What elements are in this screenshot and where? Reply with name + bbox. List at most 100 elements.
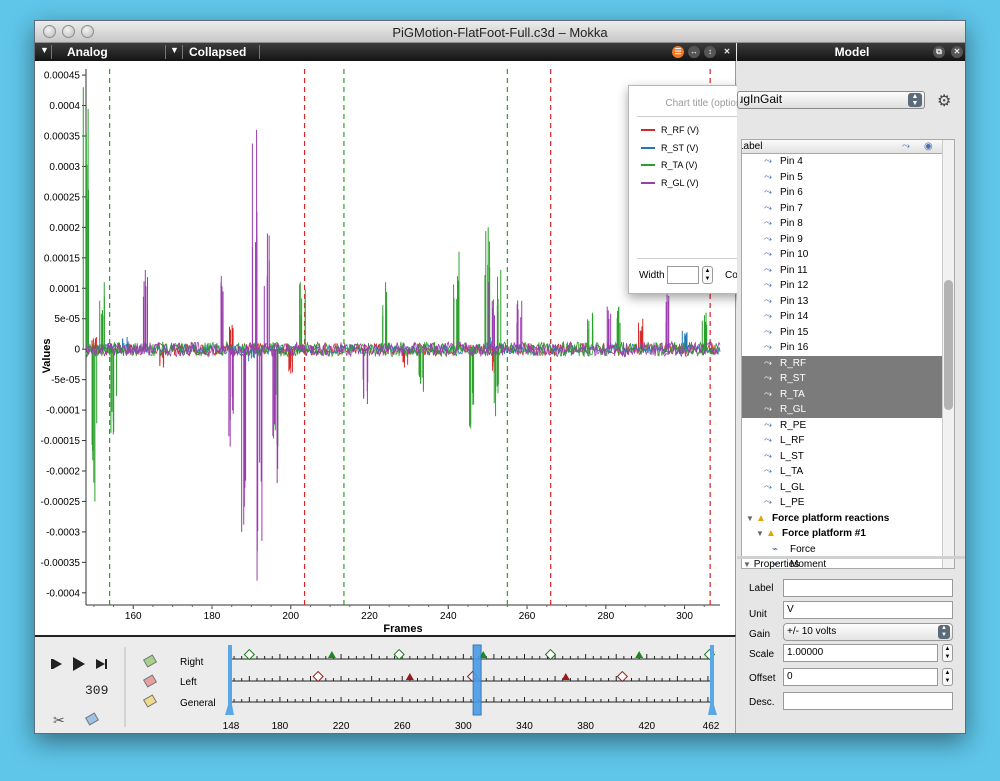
- tree-item[interactable]: ⤳ L_TA: [742, 464, 942, 480]
- previous-frame-icon[interactable]: [53, 659, 62, 669]
- tree-group-force-reactions[interactable]: ▼ ▲ Force platform reactions: [742, 511, 942, 527]
- desc-caption: Desc.: [749, 697, 775, 708]
- tree-item[interactable]: ⤳ R_TA: [742, 386, 942, 402]
- view-type-label[interactable]: Analog: [67, 45, 108, 59]
- mode-menu-arrow-icon[interactable]: ▼: [170, 45, 179, 55]
- next-frame-icon[interactable]: [96, 659, 105, 669]
- line-width-input[interactable]: [667, 266, 699, 284]
- tree-item[interactable]: ⤳ Pin 8: [742, 216, 942, 232]
- gain-select[interactable]: +/- 10 volts ▲ ▼: [783, 623, 953, 641]
- mode-label[interactable]: Collapsed: [189, 45, 246, 59]
- analog-channel-icon: ⤳: [764, 497, 772, 508]
- tree-group-platform[interactable]: ▼ ▲ Force platform #1: [742, 526, 942, 542]
- offset-field[interactable]: 0: [783, 668, 938, 686]
- tag-menu-icon[interactable]: [84, 712, 100, 726]
- view-menu-arrow-icon[interactable]: ▼: [40, 45, 49, 55]
- tree-item-label: L_RF: [780, 435, 805, 446]
- y-tick-label: 0.0002: [49, 223, 80, 234]
- analog-channel-icon: ⤳: [764, 404, 772, 415]
- event-tag-icon[interactable]: [142, 694, 158, 708]
- tree-item-label: R_TA: [780, 388, 805, 400]
- event-tag-icon[interactable]: [142, 654, 158, 668]
- tree-item[interactable]: ⤳ Pin 6: [742, 185, 942, 201]
- properties-title: Properties: [753, 559, 800, 570]
- tree-item[interactable]: ⤳ R_ST: [742, 371, 942, 387]
- right-bound-foot[interactable]: [708, 705, 717, 715]
- tree-item[interactable]: ⤳ Pin 16: [742, 340, 942, 356]
- line-width-stepper[interactable]: ▲ ▼: [702, 266, 713, 284]
- tree-item[interactable]: ⤳ Pin 5: [742, 170, 942, 186]
- unit-field[interactable]: V: [783, 601, 953, 619]
- model-selector[interactable]: PlugInGait ▲ ▼: [737, 91, 925, 109]
- label-field[interactable]: [783, 579, 953, 597]
- close-panel-icon[interactable]: ✕: [721, 46, 733, 58]
- left-bound-foot[interactable]: [225, 705, 234, 715]
- offset-stepper[interactable]: ▲ ▼: [942, 668, 953, 686]
- tools-icon[interactable]: ✂: [53, 712, 65, 728]
- desc-field[interactable]: [783, 692, 953, 710]
- tree-item[interactable]: ⤳ Pin 4: [742, 154, 942, 170]
- close-model-panel-icon[interactable]: ✕: [951, 46, 963, 58]
- tree-item[interactable]: ⤳ L_RF: [742, 433, 942, 449]
- tree-item-label: Pin 6: [780, 187, 803, 198]
- model-tree[interactable]: Label ⤳ ◉ ⤳ Pin 4 ⤳ Pin 5 ⤳ Pin 6 ⤳ Pin 7 ⤳ Pin 8…: [741, 139, 955, 569]
- tree-item[interactable]: ⤳ L_PE: [742, 495, 942, 511]
- gear-icon[interactable]: ⚙: [937, 91, 951, 111]
- tree-item[interactable]: ⤳ R_PE: [742, 418, 942, 434]
- x-axis-label: Frames: [383, 623, 422, 635]
- y-tick-label: 5e-05: [54, 314, 80, 325]
- tree-item[interactable]: ⤳ Pin 12: [742, 278, 942, 294]
- play-icon[interactable]: [73, 657, 85, 671]
- scale-stepper[interactable]: ▲ ▼: [942, 644, 953, 662]
- right-bound-handle[interactable]: [710, 645, 714, 707]
- foot-off-event-icon[interactable]: [243, 648, 256, 661]
- visibility-eye-icon[interactable]: ◉: [924, 140, 933, 153]
- tree-item[interactable]: ⤳ L_ST: [742, 449, 942, 465]
- tree-item[interactable]: ⤳ R_GL: [742, 402, 942, 418]
- y-tick-label: -0.0001: [46, 406, 80, 417]
- foot-strike-event-icon[interactable]: [327, 651, 336, 658]
- y-tick-label: 0: [74, 345, 80, 356]
- tree-item-label: Pin 11: [780, 264, 808, 276]
- y-tick-label: -5e-05: [51, 375, 80, 386]
- tree-item-label: Pin 12: [780, 280, 809, 291]
- analog-channel-icon: ⤳: [764, 373, 772, 384]
- tree-item[interactable]: ⤳ Pin 9: [742, 232, 942, 248]
- tree-item-label: Pin 9: [780, 233, 803, 245]
- tree-scrollbar[interactable]: [942, 140, 954, 568]
- tree-item[interactable]: ⤳ Pin 11: [742, 263, 942, 279]
- tree-item[interactable]: ⤳ Pin 7: [742, 201, 942, 217]
- detach-panel-icon[interactable]: ⧉: [933, 46, 945, 58]
- analog-channel-icon: ⤳: [764, 326, 772, 338]
- legend-label: R_ST (V): [661, 142, 699, 153]
- width-label: Width: [639, 270, 665, 281]
- properties-header[interactable]: ▼ Properties: [743, 559, 799, 570]
- tree-item[interactable]: ⤳ Pin 14: [742, 309, 942, 325]
- trajectory-icon[interactable]: ⤳: [902, 140, 910, 153]
- gain-select-value: +/- 10 volts: [787, 626, 837, 637]
- event-tag-icon[interactable]: [142, 674, 158, 688]
- current-frame-cursor[interactable]: [472, 644, 482, 716]
- gain-caption: Gain: [749, 629, 771, 640]
- tree-item-force[interactable]: ⌁ Force: [742, 542, 942, 558]
- horizontal-expand-icon[interactable]: ↔: [688, 46, 700, 58]
- y-tick-label: 0.0004: [49, 101, 80, 112]
- scale-field[interactable]: 1.00000: [783, 644, 938, 662]
- tree-item[interactable]: ⤳ R_RF: [742, 355, 942, 371]
- left-bound-handle[interactable]: [228, 645, 232, 707]
- foot-off-event-icon[interactable]: [312, 670, 324, 683]
- foot-off-event-icon[interactable]: [616, 670, 628, 683]
- warning-icon: ▲: [756, 512, 766, 524]
- tree-item[interactable]: ⤳ Pin 15: [742, 325, 942, 341]
- tree-item-label: L_ST: [780, 450, 804, 462]
- foot-strike-event-icon[interactable]: [405, 673, 414, 680]
- tree-item[interactable]: ⤳ Pin 10: [742, 247, 942, 263]
- foot-strike-event-icon[interactable]: [561, 673, 570, 680]
- tree-item[interactable]: ⤳ L_GL: [742, 480, 942, 496]
- foot-strike-event-icon[interactable]: [635, 651, 644, 658]
- chart-options-icon[interactable]: ☰: [672, 46, 684, 58]
- x-tick-label: 260: [519, 611, 536, 622]
- tree-item[interactable]: ⤳ Pin 13: [742, 294, 942, 310]
- track-left-label: Left: [180, 677, 197, 688]
- vertical-expand-icon[interactable]: ↕: [704, 46, 716, 58]
